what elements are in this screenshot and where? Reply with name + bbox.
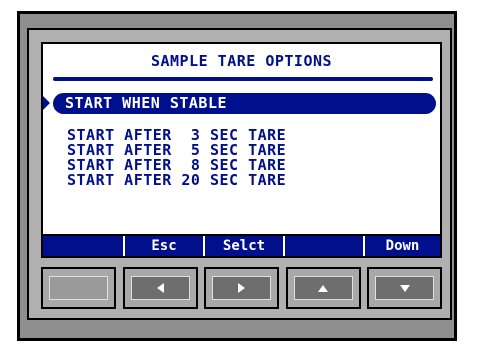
hardware-key-up[interactable]: [285, 267, 361, 309]
title-divider: [53, 77, 433, 81]
softkey-esc: Esc: [123, 236, 203, 256]
hardware-key-right[interactable]: [204, 267, 279, 309]
arrow-down-icon: [399, 284, 410, 292]
softkey-select: Selct: [203, 236, 283, 256]
hardware-key-down[interactable]: [367, 267, 442, 309]
option-start-when-stable[interactable]: START WHEN STABLE: [53, 93, 436, 114]
hardware-keypad: [41, 267, 442, 309]
softkey-down: Down: [363, 236, 440, 256]
device-frame: SAMPLE TARE OPTIONS START WHEN STABLE ST…: [17, 11, 457, 341]
option-start-after-20-sec[interactable]: START AFTER 20 SEC TARE: [67, 173, 286, 188]
blank-key-face: [49, 276, 108, 300]
arrow-up-icon: [318, 284, 328, 292]
device-bezel: SAMPLE TARE OPTIONS START WHEN STABLE ST…: [27, 28, 452, 320]
hardware-key-left[interactable]: [122, 267, 198, 309]
softkey-4: [283, 236, 363, 256]
softkey-bar: Esc Selct Down: [43, 234, 440, 256]
arrow-right-icon: [238, 283, 245, 293]
lcd-screen: SAMPLE TARE OPTIONS START WHEN STABLE ST…: [41, 42, 442, 258]
screen-title: SAMPLE TARE OPTIONS: [150, 52, 333, 70]
tare-options-list: START AFTER 3 SEC TARE START AFTER 5 SEC…: [67, 128, 286, 188]
selection-pointer-icon: [43, 96, 50, 110]
softkey-1: [43, 236, 123, 256]
arrow-left-icon: [156, 283, 164, 293]
hardware-key-1[interactable]: [41, 267, 116, 309]
